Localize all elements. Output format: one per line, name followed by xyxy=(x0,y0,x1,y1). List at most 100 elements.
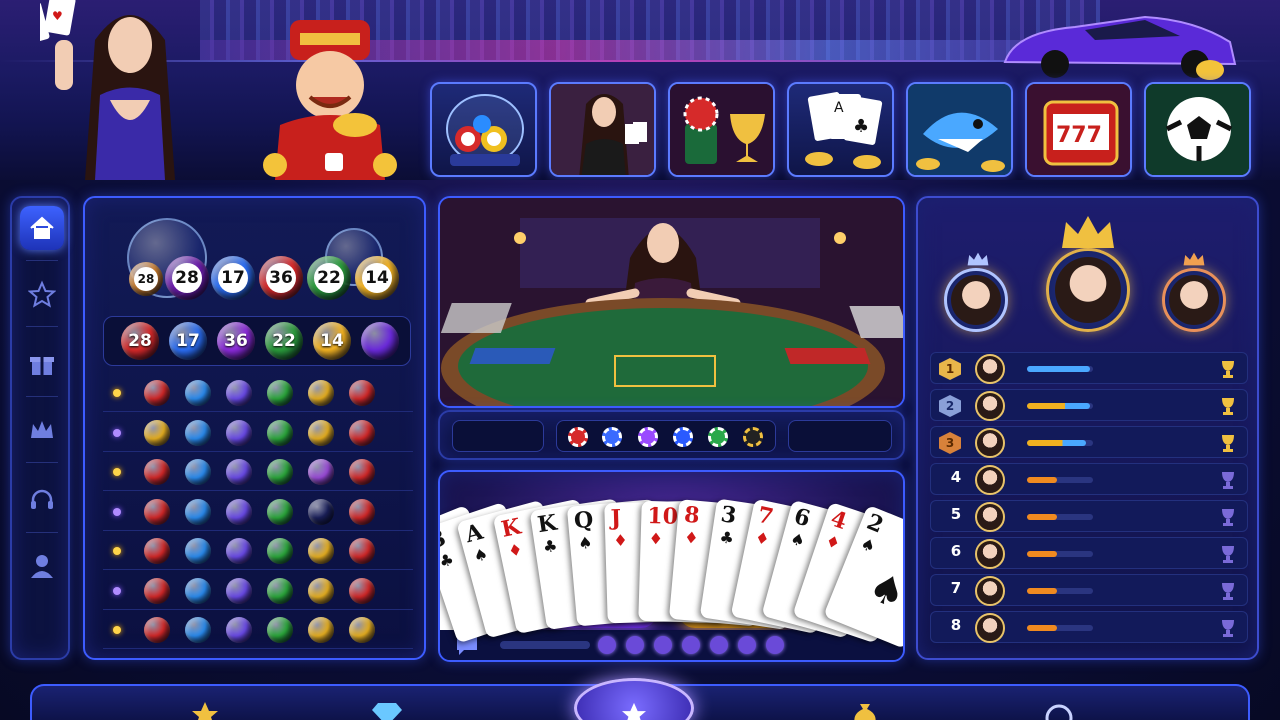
chat-input[interactable] xyxy=(500,641,590,649)
emote-icon[interactable] xyxy=(682,636,700,654)
grid-ball[interactable] xyxy=(226,538,252,564)
grid-ball[interactable] xyxy=(349,577,375,604)
grid-ball[interactable] xyxy=(349,459,375,485)
balance-field[interactable] xyxy=(452,420,544,452)
leaderboard-row[interactable]: 5 xyxy=(930,500,1248,532)
lottery-row[interactable] xyxy=(103,493,413,531)
home-icon[interactable] xyxy=(20,206,64,250)
grid-ball[interactable] xyxy=(226,617,252,643)
leaderboard-row[interactable]: 7 xyxy=(930,574,1248,606)
grid-ball[interactable] xyxy=(308,459,334,485)
chip-green[interactable] xyxy=(708,427,728,447)
grid-ball[interactable] xyxy=(144,380,170,406)
grid-ball[interactable] xyxy=(349,617,375,643)
emote-icon[interactable] xyxy=(654,636,672,654)
grid-ball[interactable] xyxy=(349,380,375,406)
slots-tile[interactable]: 777 xyxy=(1025,82,1132,177)
star-icon[interactable] xyxy=(190,700,220,720)
fish-game-tile[interactable] xyxy=(906,82,1013,177)
grid-ball[interactable] xyxy=(308,577,334,604)
grid-ball[interactable] xyxy=(267,498,293,525)
grid-ball[interactable] xyxy=(267,419,293,446)
crown-icon[interactable] xyxy=(20,408,64,452)
lottery-row[interactable] xyxy=(103,572,413,610)
leaderboard-row[interactable]: 4 xyxy=(930,463,1248,495)
lottery-panel: 28 28 17 36 22 14 28 17 36 22 14 xyxy=(83,196,426,660)
grid-ball[interactable] xyxy=(144,498,170,525)
grid-ball[interactable] xyxy=(144,538,170,564)
emote-icon[interactable] xyxy=(626,636,644,654)
poker-chips-tile[interactable] xyxy=(668,82,775,177)
emote-icon[interactable] xyxy=(598,636,616,654)
star-icon[interactable] xyxy=(20,272,64,316)
card-game-tile[interactable]: A ♣ xyxy=(787,82,894,177)
grid-ball[interactable] xyxy=(185,380,211,406)
headset-icon[interactable] xyxy=(20,478,64,522)
lottery-row[interactable] xyxy=(103,453,413,491)
leaderboard-row[interactable]: 1 xyxy=(930,352,1248,384)
chip-blue-dark[interactable] xyxy=(673,427,693,447)
grid-ball[interactable] xyxy=(267,380,293,406)
sports-tile[interactable] xyxy=(1144,82,1251,177)
emote-icon[interactable] xyxy=(738,636,756,654)
grid-ball[interactable] xyxy=(185,419,211,446)
grid-ball[interactable] xyxy=(308,498,334,525)
grid-ball[interactable] xyxy=(308,538,334,564)
grid-ball[interactable] xyxy=(308,419,334,446)
profile-ring-icon[interactable] xyxy=(1044,700,1074,720)
live-dealer-video[interactable] xyxy=(438,196,905,408)
chip-red[interactable] xyxy=(568,427,588,447)
grid-ball[interactable] xyxy=(226,419,252,446)
grid-ball[interactable] xyxy=(308,617,334,643)
lottery-row[interactable] xyxy=(103,374,413,412)
diamond-icon[interactable] xyxy=(370,702,404,720)
sports-car-illustration xyxy=(1003,15,1237,80)
grid-ball[interactable] xyxy=(267,538,293,564)
trophy-icon xyxy=(1217,470,1239,495)
leaderboard-row[interactable]: 3 xyxy=(930,426,1248,458)
emote-icon[interactable] xyxy=(766,636,784,654)
grid-ball[interactable] xyxy=(226,577,252,604)
rank-number: 6 xyxy=(950,542,962,560)
grid-ball[interactable] xyxy=(226,380,252,406)
lottery-row[interactable] xyxy=(103,414,413,452)
sun-icon xyxy=(113,626,121,634)
grid-ball[interactable] xyxy=(144,419,170,446)
money-bag-icon[interactable] xyxy=(850,700,880,720)
grid-ball[interactable] xyxy=(308,380,334,406)
grid-ball[interactable] xyxy=(349,538,375,564)
chip-blue[interactable] xyxy=(602,427,622,447)
chip-purple[interactable] xyxy=(638,427,658,447)
lottery-row[interactable] xyxy=(103,611,413,649)
grid-ball[interactable] xyxy=(349,419,375,446)
grid-ball[interactable] xyxy=(267,617,293,643)
gift-icon[interactable] xyxy=(20,342,64,386)
bet-slider[interactable] xyxy=(788,420,892,452)
user-icon[interactable] xyxy=(20,544,64,588)
score-progress xyxy=(1027,588,1093,594)
grid-ball[interactable] xyxy=(144,577,170,604)
grid-ball[interactable] xyxy=(185,459,211,485)
grid-ball[interactable] xyxy=(185,498,211,525)
leaderboard-row[interactable]: 6 xyxy=(930,537,1248,569)
leaderboard-row[interactable]: 8 xyxy=(930,611,1248,643)
leaderboard-row[interactable]: 2 xyxy=(930,389,1248,421)
chip-black[interactable] xyxy=(743,427,763,447)
grid-ball[interactable] xyxy=(185,617,211,643)
lottery-tile[interactable] xyxy=(430,82,537,177)
card-rank: K xyxy=(499,513,524,543)
grid-ball[interactable] xyxy=(267,459,293,485)
grid-ball[interactable] xyxy=(267,577,293,604)
emote-icon[interactable] xyxy=(710,636,728,654)
lottery-row[interactable] xyxy=(103,532,413,570)
grid-ball[interactable] xyxy=(349,498,375,525)
grid-ball[interactable] xyxy=(144,459,170,485)
grid-ball[interactable] xyxy=(185,577,211,604)
grid-ball[interactable] xyxy=(185,538,211,564)
grid-ball[interactable] xyxy=(226,498,252,525)
result-ball: 36 xyxy=(217,322,255,360)
grid-ball[interactable] xyxy=(226,459,252,485)
live-dealer-tile[interactable] xyxy=(549,82,656,177)
grid-ball[interactable] xyxy=(144,617,170,643)
trophy-icon xyxy=(1217,396,1239,421)
